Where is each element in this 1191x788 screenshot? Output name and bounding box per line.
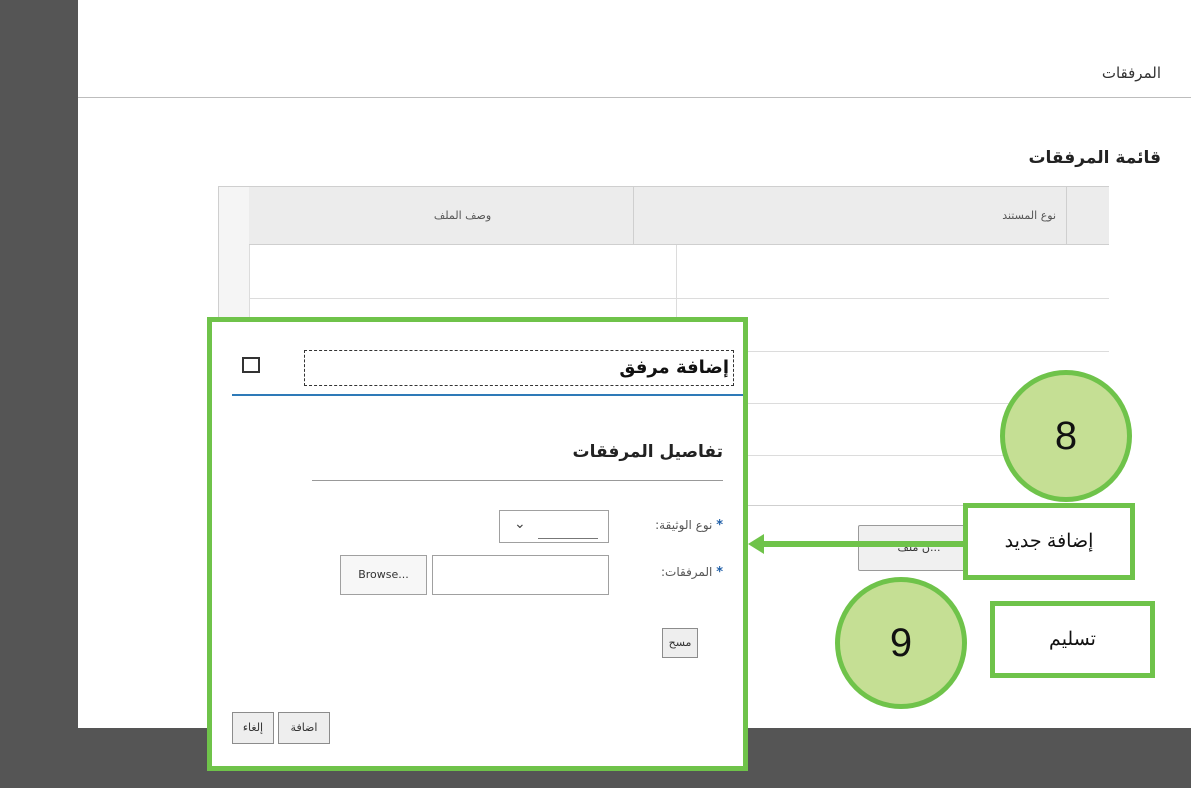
clear-button[interactable]: مسح — [662, 628, 698, 658]
callout-arrow-head-icon — [748, 534, 764, 554]
submit-callout: تسليم — [990, 601, 1155, 678]
add-button[interactable]: اضافة — [278, 712, 330, 744]
add-new-callout: إضافة جديد — [963, 503, 1135, 580]
section-divider — [78, 97, 1191, 98]
required-marker: * — [716, 565, 723, 580]
add-attachment-button[interactable]: ...ن ملف — [858, 525, 980, 571]
attachment-details-title: تفاصيل المرفقات — [572, 442, 723, 462]
browse-button[interactable]: Browse... — [340, 555, 427, 595]
cancel-button[interactable]: إلغاء — [232, 712, 274, 744]
column-header-document-type[interactable]: نوع المستند — [633, 187, 1066, 244]
select-all-cell[interactable] — [1066, 187, 1109, 244]
column-header-file-description[interactable]: وصف الملف — [249, 187, 676, 244]
add-attachment-dialog: إضافة مرفق تفاصيل المرفقات * نوع الوثيقة… — [207, 317, 748, 771]
attachments-list-title: قائمة المرفقات — [1028, 148, 1161, 168]
table-row — [249, 298, 1109, 299]
document-type-select[interactable]: ⌄ — [499, 510, 609, 543]
maximize-icon[interactable] — [242, 357, 260, 373]
document-type-label-text: نوع الوثيقة: — [655, 518, 713, 532]
section-title: المرفقات — [1101, 64, 1161, 82]
callout-arrow-line — [762, 541, 964, 547]
attachments-label-text: المرفقات: — [661, 565, 713, 579]
details-divider — [312, 480, 723, 481]
document-type-label: * نوع الوثيقة: — [655, 518, 723, 533]
step-8-badge: 8 — [1000, 370, 1132, 502]
chevron-down-icon[interactable]: ⌄ — [514, 516, 526, 532]
table-header: نوع المستند وصف الملف — [249, 187, 1109, 245]
file-path-input[interactable] — [432, 555, 609, 595]
attachments-label: * المرفقات: — [661, 565, 723, 580]
required-marker: * — [716, 518, 723, 533]
select-underline — [538, 538, 598, 539]
step-9-badge: 9 — [835, 577, 967, 709]
dialog-title: إضافة مرفق — [304, 350, 734, 386]
dialog-title-divider — [232, 394, 743, 396]
